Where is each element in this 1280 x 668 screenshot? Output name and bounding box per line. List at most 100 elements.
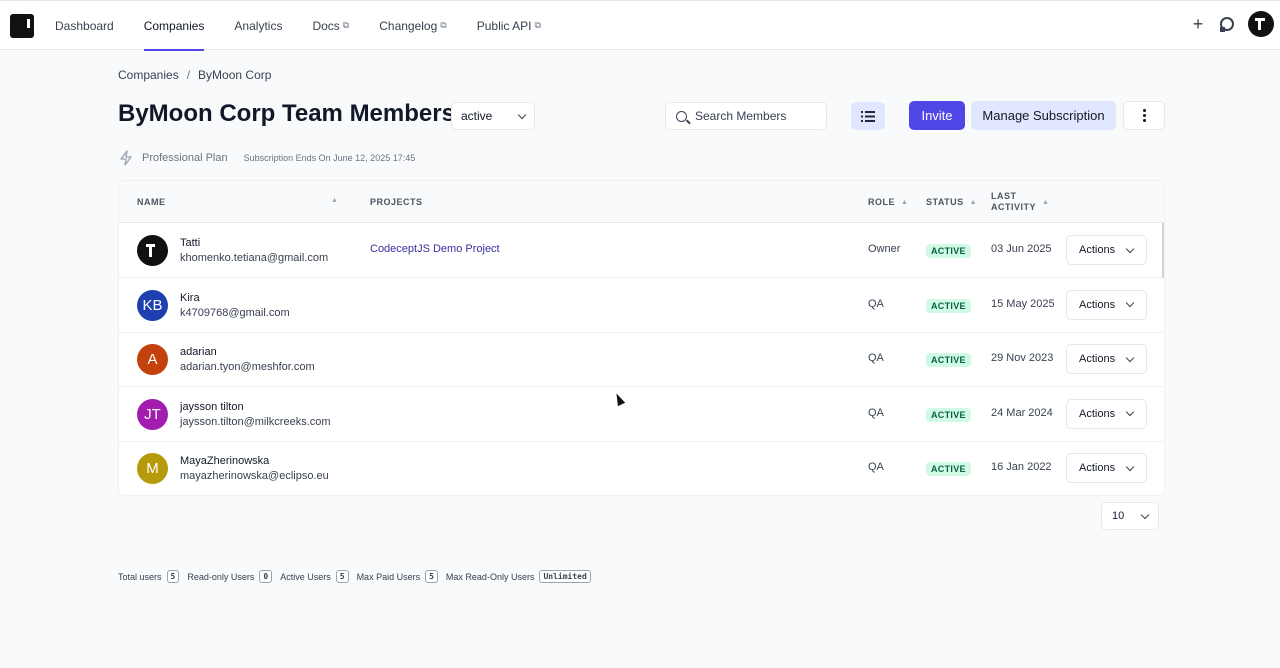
member-name: jaysson tilton [180,400,244,413]
member-avatar: M [137,453,168,485]
member-role: QA [868,406,884,419]
stat-label: Max Paid Users [356,571,421,582]
sort-icon: ▲ [1042,198,1050,206]
main-nav: Dashboard Companies Analytics Docs ⧉ Changelo… [55,1,571,51]
chevron-down-icon [1125,408,1135,417]
member-email: mayazherinowska@eclipso.eu [180,470,329,483]
status-filter-select[interactable]: active [451,102,535,130]
stat-label: Active Users [280,571,331,582]
manage-subscription-button[interactable]: Manage Subscription [971,101,1116,130]
invite-button[interactable]: Invite [909,101,965,130]
last-activity-date: 16 Jan 2022 [991,461,1052,474]
member-email: khomenko.tetiana@gmail.com [180,252,329,264]
member-avatar: A [137,344,168,376]
list-icon [861,110,875,122]
actions-label: Actions [1079,407,1116,420]
actions-dropdown-button[interactable]: Actions [1066,289,1147,320]
nav-item-dashboard[interactable]: Dashboard [55,1,114,50]
search-icon [676,110,687,122]
stat-value: 0 [259,570,273,583]
table-row: Aadarian adarian.tyon@meshfor.com QA ACTIVE… [119,332,1164,388]
nav-item-public-api[interactable]: Public API ⧉ [477,1,541,50]
column-last-activity-label-2: ACTIVITY [991,202,1037,212]
more-dot [1142,119,1146,122]
table-row: JT jaysson tilton jaysson.tilton@milkcreek… [119,387,1164,442]
status-badge: ACTIVE [926,298,971,313]
column-last-activity[interactable]: LAST ACTIVITY ▲ [991,181,1049,223]
avatar-initials: M [146,460,159,478]
nav-item-analytics[interactable]: Analytics [234,1,282,50]
member-name: MayaZherinowska [180,455,270,468]
list-view-button[interactable] [851,102,885,130]
last-activity-date: 03 Jun 2025 [991,243,1052,255]
nav-item-label: Public API [476,18,532,33]
page-size-select[interactable]: 10 [1101,502,1159,530]
chevron-down-icon [1140,510,1150,519]
project-link[interactable]: CodeceptJS Demo Project [370,243,500,255]
member-email: k4709768@gmail.com [180,306,290,319]
column-name[interactable]: NAME [137,181,337,223]
member-email: adarian.tyon@meshfor.com [180,361,315,374]
stat-label: Read-only Users [187,571,255,582]
search-input[interactable] [695,109,815,123]
column-projects-label: PROJECTS [370,197,423,207]
actions-label: Actions [1079,462,1116,475]
member-email: jaysson.tilton@milkcreeks.com [180,415,331,428]
table-row: KB Kira k4709768@gmail.com QA ACTIVE 15 May 2… [119,278,1164,333]
stat-value: Unlimited [539,570,591,583]
sort-icon[interactable]: ▲ [331,197,338,204]
user-stats: Total users 5 Read-only Users 0 Active Users… [118,570,599,583]
column-role[interactable]: ROLE ▲ [868,181,908,223]
status-badge: ACTIVE [926,407,971,422]
top-right-tools: + [1190,11,1274,37]
table-scrollbar[interactable] [1162,223,1164,278]
nav-item-changelog[interactable]: Changelog ⧉ [379,1,447,50]
more-options-button[interactable] [1123,101,1165,130]
breadcrumb-separator: / [186,68,191,82]
stat-value: 5 [166,570,180,583]
nav-item-label: Dashboard [55,18,114,33]
table-row: Tatti khomenko.tetiana@gmail.com CodeceptJ… [119,223,1164,278]
subscription-ends: Subscription Ends On June 12, 2025 17:45 [243,153,416,163]
app-logo-icon[interactable] [10,14,34,38]
nav-item-label: Docs [312,18,340,33]
avatar-initials: KB [142,296,163,314]
actions-dropdown-button[interactable]: Actions [1066,398,1147,429]
members-table: NAME ▲ PROJECTS ROLE ▲ STATUS ▲ LAST ACT… [118,180,1165,496]
actions-dropdown-button[interactable]: Actions [1066,235,1147,265]
column-role-label: ROLE [868,197,896,207]
last-activity-date: 29 Nov 2023 [991,352,1054,365]
chat-icon[interactable] [1220,17,1234,32]
column-last-activity-label-1: LAST [991,191,1017,201]
avatar-initials: JT [144,405,161,423]
member-name: Tatti [180,237,201,249]
status-badge: ACTIVE [926,353,971,368]
page-size-value: 10 [1112,510,1125,522]
nav-item-companies[interactable]: Companies [143,1,204,51]
actions-label: Actions [1079,244,1116,256]
member-role: QA [868,352,884,365]
actions-dropdown-button[interactable]: Actions [1066,453,1147,484]
plus-icon[interactable]: + [1190,14,1206,35]
external-link-icon: ⧉ [342,20,350,30]
more-dots-icon [1142,109,1146,112]
member-avatar: JT [137,398,168,430]
breadcrumb-current: ByMoon Corp [198,68,272,82]
chevron-down-icon [1125,298,1135,308]
column-status[interactable]: STATUS ▲ [926,181,977,223]
column-projects: PROJECTS [370,181,423,223]
breadcrumb-companies[interactable]: Companies [118,68,179,82]
status-badge: ACTIVE [926,462,971,477]
member-avatar: KB [137,289,168,321]
actions-dropdown-button[interactable]: Actions [1066,344,1147,375]
user-avatar[interactable] [1248,11,1274,37]
chevron-down-icon [517,110,527,119]
member-role: QA [868,297,884,310]
actions-label: Actions [1079,298,1116,311]
column-name-label: NAME [137,197,166,207]
nav-item-docs[interactable]: Docs ⧉ [312,1,349,50]
last-activity-date: 24 Mar 2024 [991,406,1053,419]
last-activity-date: 15 May 2025 [991,297,1055,310]
plan-info: Professional Plan Subscription Ends On J… [118,150,415,166]
more-dot [1142,114,1146,117]
